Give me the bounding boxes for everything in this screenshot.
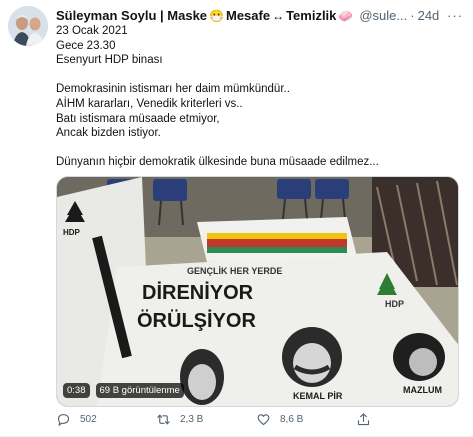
more-icon[interactable]: ··· (447, 8, 463, 23)
tweet-line: Dünyanın hiçbir demokratik ülkesinde bun… (56, 156, 379, 169)
like-icon (257, 414, 270, 426)
display-name[interactable]: Süleyman Soylu | Maske 😷 Mesafe ↔ Temizlik 🧼 (56, 8, 355, 23)
tweet-line: Esenyurt HDP binası (56, 54, 163, 67)
retweet-icon (157, 414, 170, 425)
tweet-line: Gece 23.30 (56, 39, 116, 52)
video-overlay: 0:38 69 B görüntülenme (63, 382, 184, 398)
video-views: 69 B görüntülenme (95, 382, 184, 398)
handle[interactable]: @sule... (359, 8, 407, 23)
share-icon (357, 413, 370, 426)
share-button[interactable] (356, 412, 396, 427)
tweet-line: Demokrasinin istismarı her daim mümkündü… (56, 83, 290, 96)
retweet-count: 2,3 B (180, 414, 204, 425)
tweet-actions: 502 2,3 B 8,6 B (56, 412, 456, 427)
tweet-header: Süleyman Soylu | Maske 😷 Mesafe ↔ Temizlik 🧼 … (56, 6, 463, 24)
tweet-text: 23 Ocak 2021 Gece 23.30 Esenyurt HDP bin… (56, 24, 463, 170)
like-button[interactable]: 8,6 B (256, 412, 356, 427)
tweet-line: AİHM kararları, Venedik kriterleri vs.. (56, 97, 243, 110)
banner-text-1: GENÇLİK HER YERDE (187, 266, 282, 276)
banner-text-3: ÖRÜLŞİYOR (137, 309, 256, 332)
avatar-image (8, 6, 48, 46)
separator-dot: · (410, 7, 415, 23)
soap-emoji: 🧼 (338, 8, 354, 23)
retweet-button[interactable]: 2,3 B (156, 412, 256, 427)
tweet[interactable]: Süleyman Soylu | Maske 😷 Mesafe ↔ Temizlik 🧼 … (0, 0, 473, 437)
reply-icon (57, 413, 70, 426)
video-player[interactable]: GENÇLİK HER YERDE DİRENİYOR ÖRÜLŞİYOR HD… (56, 175, 459, 407)
tweet-line: 23 Ocak 2021 (56, 25, 128, 37)
mask-emoji: 😷 (209, 8, 224, 23)
reply-button[interactable]: 502 (56, 412, 156, 427)
timestamp[interactable]: 24d (418, 8, 440, 23)
banner-logo: HDP (385, 299, 404, 309)
banner-text-2: DİRENİYOR (142, 281, 254, 304)
tweet-line (56, 68, 463, 83)
like-count: 8,6 B (280, 414, 304, 425)
reply-count: 502 (80, 414, 97, 425)
banner-name-1: KEMAL PİR (293, 391, 343, 401)
arrows-emoji: ↔ (272, 8, 285, 23)
video-duration: 0:38 (63, 382, 90, 398)
svg-text:HDP: HDP (63, 228, 81, 237)
tweet-line: Batı istismara müsaade etmiyor, (56, 112, 220, 125)
tweet-line: Ancak bizden istiyor. (56, 127, 161, 140)
banner-name-2: MAZLUM (403, 385, 442, 395)
video-thumbnail: GENÇLİK HER YERDE DİRENİYOR ÖRÜLŞİYOR HD… (57, 176, 458, 406)
avatar[interactable] (8, 6, 48, 46)
tweet-line (56, 141, 463, 156)
